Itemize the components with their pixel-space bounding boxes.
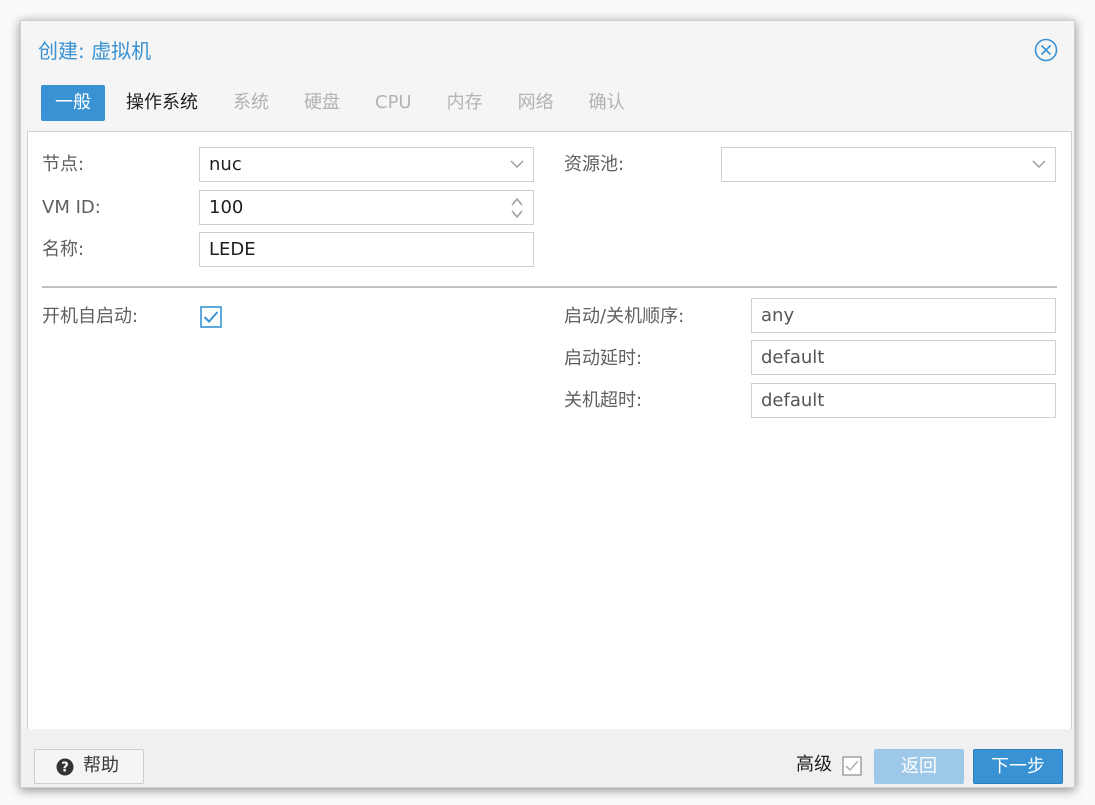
vmid-label: VM ID: bbox=[42, 197, 101, 218]
section-divider bbox=[42, 286, 1057, 288]
svg-text:?: ? bbox=[61, 761, 69, 776]
shutdown-timeout-placeholder: default bbox=[761, 390, 825, 411]
advanced-checkbox-icon[interactable] bbox=[842, 756, 862, 776]
back-button[interactable]: 返回 bbox=[874, 749, 964, 784]
name-value: LEDE bbox=[209, 239, 256, 260]
tab-network[interactable]: 网络 bbox=[504, 85, 568, 121]
tab-confirm[interactable]: 确认 bbox=[575, 85, 639, 121]
startup-order-placeholder: any bbox=[761, 305, 795, 326]
dialog-titlebar: 创建: 虚拟机 bbox=[21, 21, 1074, 77]
tab-general[interactable]: 一般 bbox=[41, 85, 105, 121]
onboot-checkbox-icon[interactable] bbox=[200, 306, 222, 328]
pool-select[interactable] bbox=[721, 147, 1056, 182]
question-circle-icon: ? bbox=[56, 758, 74, 776]
advanced-label: 高级 bbox=[796, 754, 832, 775]
tab-disk[interactable]: 硬盘 bbox=[290, 85, 354, 121]
shutdown-timeout-label: 关机超时: bbox=[564, 390, 643, 411]
node-select[interactable]: nuc bbox=[199, 147, 534, 182]
name-input[interactable]: LEDE bbox=[199, 232, 534, 267]
tab-cpu[interactable]: CPU bbox=[361, 85, 426, 121]
dialog-title: 创建: 虚拟机 bbox=[38, 39, 152, 63]
vmid-spinner-field[interactable]: 100 bbox=[199, 190, 534, 225]
startup-order-label: 启动/关机顺序: bbox=[564, 306, 685, 327]
help-label: 帮助 bbox=[83, 755, 119, 776]
next-button[interactable]: 下一步 bbox=[973, 749, 1063, 784]
tab-memory[interactable]: 内存 bbox=[433, 85, 497, 121]
node-label: 节点: bbox=[42, 154, 85, 175]
shutdown-timeout-input[interactable]: default bbox=[751, 383, 1056, 418]
dialog-footer: ? 帮助 高级 返回 下一步 bbox=[21, 729, 1074, 787]
node-value: nuc bbox=[209, 154, 242, 175]
startup-delay-label: 启动延时: bbox=[564, 348, 643, 369]
spinner-arrows-icon[interactable] bbox=[510, 196, 524, 220]
startup-delay-placeholder: default bbox=[761, 347, 825, 368]
startup-order-input[interactable]: any bbox=[751, 298, 1056, 333]
create-vm-dialog: 创建: 虚拟机 一般 操作系统 系统 硬盘 CPU 内存 网络 确认 节点: n… bbox=[20, 20, 1075, 788]
tab-system[interactable]: 系统 bbox=[219, 85, 283, 121]
close-icon[interactable] bbox=[1034, 38, 1058, 62]
name-label: 名称: bbox=[42, 239, 85, 260]
vmid-value: 100 bbox=[209, 197, 244, 218]
startup-delay-input[interactable]: default bbox=[751, 340, 1056, 375]
help-button[interactable]: ? 帮助 bbox=[34, 749, 144, 784]
tab-os[interactable]: 操作系统 bbox=[112, 85, 212, 121]
pool-label: 资源池: bbox=[564, 154, 625, 175]
general-panel: 节点: nuc 资源池: VM ID: 100 名称: LEDE 开机自启动: … bbox=[27, 131, 1072, 731]
wizard-tabs: 一般 操作系统 系统 硬盘 CPU 内存 网络 确认 bbox=[41, 85, 646, 121]
chevron-down-icon bbox=[1032, 160, 1046, 168]
onboot-label: 开机自启动: bbox=[42, 306, 139, 327]
chevron-down-icon bbox=[510, 160, 524, 168]
